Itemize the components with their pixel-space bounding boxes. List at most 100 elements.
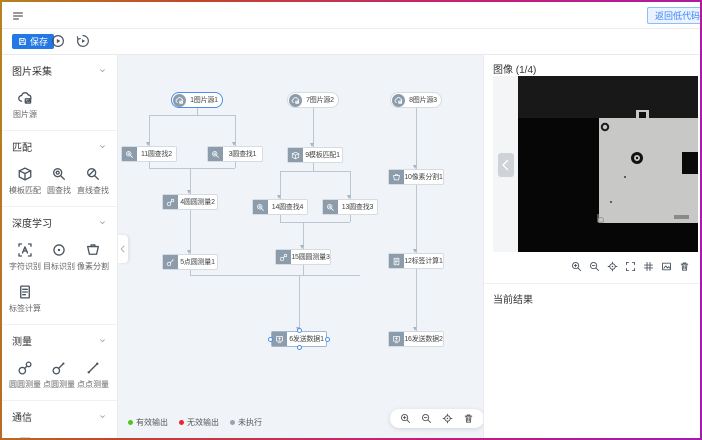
- node-image-source-3[interactable]: 8图片源3: [390, 92, 442, 108]
- edge: [313, 108, 314, 147]
- circle-find-icon: [122, 147, 137, 161]
- section-header-image-capture[interactable]: 图片采集: [2, 61, 117, 80]
- fullscreen-icon[interactable]: [625, 261, 636, 272]
- target-icon: [51, 241, 68, 258]
- section-header-matching[interactable]: 匹配: [2, 137, 117, 156]
- prev-image-button[interactable]: [498, 153, 514, 177]
- tool-circle-find[interactable]: 圆查找: [42, 158, 76, 200]
- node-label: 5点圆测量1: [178, 257, 217, 267]
- tool-line-find[interactable]: 直线查找: [76, 158, 110, 200]
- node-image-source-1[interactable]: 1图片源1: [171, 92, 223, 108]
- node-send-data-1[interactable]: 6发送数据1: [271, 331, 327, 347]
- cube-icon: [288, 148, 303, 162]
- trash-icon[interactable]: [679, 261, 690, 272]
- measure-cc-icon: [163, 195, 178, 209]
- edge: [416, 269, 417, 331]
- app-window: 返回低代码 保存 图片采集 图片源 匹配 模板匹配 圆查找 直线查找 深度学习 …: [2, 2, 700, 438]
- zoom-in-icon[interactable]: [571, 261, 582, 272]
- tool-ocr[interactable]: 字符识别: [8, 234, 42, 276]
- run-once-icon: [76, 34, 90, 48]
- node-label: 7图片源2: [302, 95, 338, 105]
- node-circle-circle-measure-3[interactable]: 15圆圆测量3: [275, 249, 331, 265]
- tool-pixel-segment[interactable]: 像素分割: [76, 234, 110, 276]
- locate-icon[interactable]: [607, 261, 618, 272]
- image-panel-title: 图像 (1/4): [493, 61, 536, 76]
- zoom-out-icon[interactable]: [421, 413, 432, 424]
- panel-divider: [484, 283, 700, 284]
- zoom-out-icon[interactable]: [589, 261, 600, 272]
- node-label: 10像素分割1: [404, 172, 443, 182]
- inspection-image[interactable]: [518, 76, 698, 252]
- label-calc-icon: [389, 254, 404, 268]
- tool-label-calc[interactable]: 标签计算: [8, 276, 42, 318]
- node-label: 8图片源3: [405, 95, 441, 105]
- node-circle-find-3[interactable]: 13圆查找3: [322, 199, 378, 215]
- node-circle-circle-measure-2[interactable]: 4圆圆测量2: [162, 194, 218, 210]
- edge: [416, 185, 417, 253]
- cloud-image-icon: [17, 89, 34, 106]
- tool-object-detect[interactable]: 目标识别: [42, 234, 76, 276]
- node-template-match-1[interactable]: 9模板匹配1: [287, 147, 343, 163]
- node-label: 16发送数据2: [404, 334, 443, 344]
- save-button[interactable]: 保存: [12, 34, 54, 49]
- chevron-down-icon: [98, 142, 107, 151]
- red-dot: [179, 420, 184, 425]
- node-handle-bottom[interactable]: [297, 345, 302, 350]
- node-circle-find-4[interactable]: 14圆查找4: [252, 199, 308, 215]
- zoom-in-icon[interactable]: [400, 413, 411, 424]
- node-send-data-2[interactable]: 16发送数据2: [388, 331, 444, 347]
- edge: [280, 222, 350, 223]
- run-once-button[interactable]: [76, 34, 90, 48]
- grid-icon[interactable]: [643, 261, 654, 272]
- circle-find-icon: [208, 147, 223, 161]
- run-button[interactable]: [51, 34, 65, 48]
- tool-point-circle-measure[interactable]: 点圆测量: [42, 352, 76, 394]
- image-fit-icon[interactable]: [661, 261, 672, 272]
- flow-canvas[interactable]: 1图片源1 7图片源2 8图片源3 11圆查找2 3圆查找1 9模板匹配1 10…: [118, 55, 483, 438]
- edge: [197, 108, 198, 115]
- image-viewer: [493, 76, 698, 252]
- node-label: 11圆查找2: [137, 149, 176, 159]
- section-header-measure[interactable]: 测量: [2, 331, 117, 350]
- gray-dot: [230, 420, 235, 425]
- tool-image-source[interactable]: 图片源: [8, 82, 42, 124]
- node-image-source-2[interactable]: 7图片源2: [287, 92, 339, 108]
- sidebar-collapse-tab[interactable]: [118, 235, 128, 263]
- send-icon: [389, 332, 404, 346]
- node-point-circle-measure-1[interactable]: 5点圆测量1: [162, 254, 218, 270]
- tool-send-data[interactable]: [8, 428, 42, 438]
- circle-find-icon: [323, 200, 338, 214]
- section-header-communication[interactable]: 通信: [2, 407, 117, 426]
- trash-icon[interactable]: [463, 413, 474, 424]
- node-pixel-segment-1[interactable]: 10像素分割1: [388, 169, 444, 185]
- node-handle-left[interactable]: [268, 337, 273, 342]
- tool-template-match[interactable]: 模板匹配: [8, 158, 42, 200]
- measure-pc-icon: [51, 359, 68, 376]
- node-label: 12标签计算1: [404, 256, 443, 266]
- section-header-deep-learning[interactable]: 深度学习: [2, 213, 117, 232]
- locate-icon[interactable]: [442, 413, 453, 424]
- node-handle-right[interactable]: [325, 337, 330, 342]
- measure-pc-icon: [163, 255, 178, 269]
- node-label-calc-1[interactable]: 12标签计算1: [388, 253, 444, 269]
- back-to-lowcode-button[interactable]: 返回低代码: [647, 7, 700, 24]
- edge: [280, 171, 350, 172]
- section-matching: 匹配 模板匹配 圆查找 直线查找: [2, 131, 117, 207]
- menu-icon[interactable]: [12, 10, 24, 22]
- node-circle-find-2[interactable]: 11圆查找2: [121, 146, 177, 162]
- node-circle-find-1[interactable]: 3圆查找1: [207, 146, 263, 162]
- measure-pp-icon: [85, 359, 102, 376]
- line-find-icon: [85, 165, 102, 182]
- image-panel: 图像 (1/4): [483, 55, 700, 438]
- node-handle-top[interactable]: [297, 328, 302, 333]
- inspection-image-graphic: [518, 76, 698, 252]
- canvas-zoom-controls: [390, 409, 483, 428]
- header: 返回低代码: [2, 2, 700, 29]
- tool-circle-circle-measure[interactable]: 圆圆测量: [8, 352, 42, 394]
- ocr-icon: [17, 241, 34, 258]
- edge: [416, 108, 417, 169]
- edge: [280, 215, 281, 222]
- node-label: 15圆圆测量3: [291, 252, 330, 262]
- tool-point-point-measure[interactable]: 点点测量: [76, 352, 110, 394]
- segment-icon: [389, 170, 404, 184]
